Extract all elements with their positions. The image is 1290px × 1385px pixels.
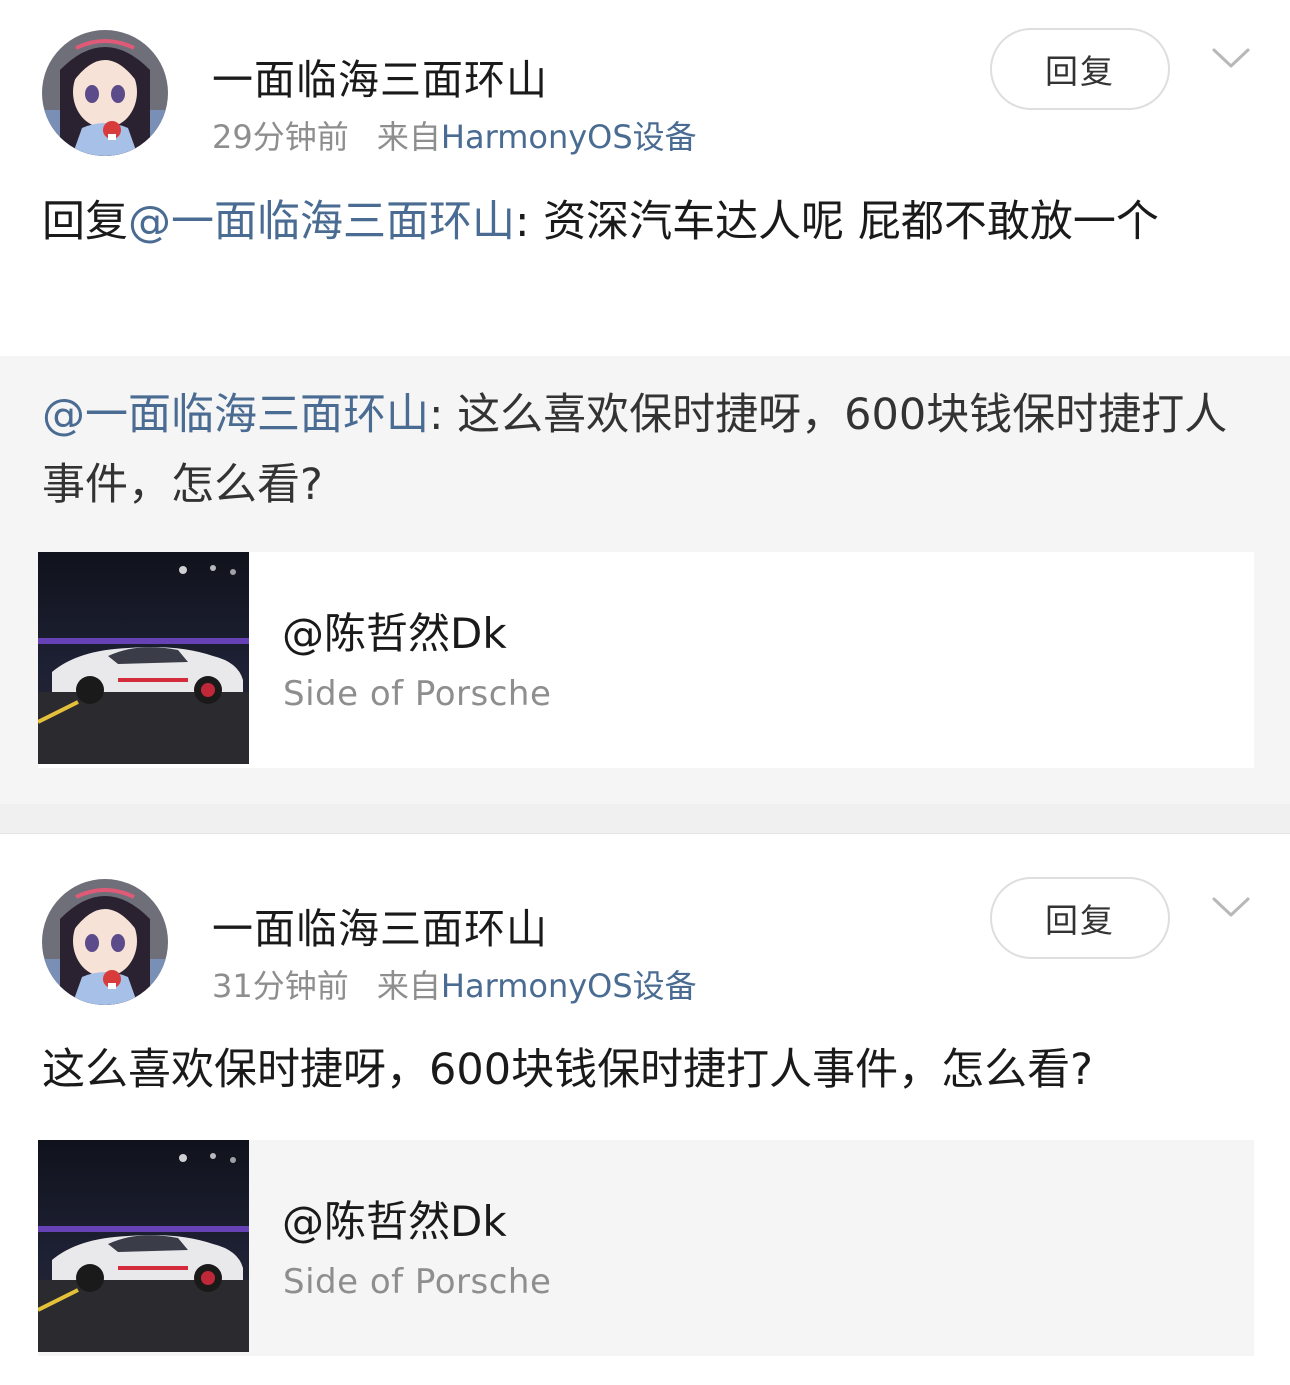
card-thumbnail [38,552,249,764]
chevron-down-icon[interactable] [1210,893,1252,923]
comment-time: 31分钟前 [212,967,349,1005]
card-title: @陈哲然Dk [282,1197,507,1246]
comment-text: 这么喜欢保时捷呀，600块钱保时捷打人事件，怎么看? [42,1045,1093,1095]
section-divider [0,804,1290,834]
mention-link[interactable]: @一面临海三面环山 [128,197,515,247]
avatar[interactable] [42,879,168,1005]
mention-link[interactable]: @一面临海三面环山 [42,390,429,440]
avatar[interactable] [42,30,168,156]
chevron-down-icon[interactable] [1210,44,1252,74]
card-thumbnail [38,1140,249,1352]
username[interactable]: 一面临海三面环山 [212,46,548,106]
link-card[interactable]: @陈哲然Dk Side of Porsche [38,552,1254,768]
avatar-image [42,879,168,1005]
avatar-image [42,30,168,156]
comment-time: 29分钟前 [212,118,349,156]
source-prefix: 来自 [376,118,441,156]
card-subtitle: Side of Porsche [283,1262,552,1302]
reply-button[interactable]: 回复 [990,877,1170,959]
comment-item: 一面临海三面环山 29分钟前 来自HarmonyOS设备 回复 回复@一面临海三… [0,0,1290,804]
link-card[interactable]: @陈哲然Dk Side of Porsche [38,1140,1254,1356]
source-link[interactable]: HarmonyOS设备 [441,967,697,1005]
quoted-text: @一面临海三面环山: 这么喜欢保时捷呀，600块钱保时捷打人事件，怎么看? [42,380,1252,520]
comment-body: : 资深汽车达人呢 屁都不敢放一个 [515,197,1159,247]
username[interactable]: 一面临海三面环山 [212,895,548,955]
card-title: @陈哲然Dk [282,609,507,658]
source-prefix: 来自 [376,967,441,1005]
reply-prefix: 回复 [42,197,128,247]
quoted-comment[interactable]: @一面临海三面环山: 这么喜欢保时捷呀，600块钱保时捷打人事件，怎么看? @陈… [0,356,1290,804]
comment-meta: 31分钟前 来自HarmonyOS设备 [212,961,697,1007]
reply-button[interactable]: 回复 [990,28,1170,110]
comment-meta: 29分钟前 来自HarmonyOS设备 [212,112,697,158]
comment-text: 回复@一面临海三面环山: 资深汽车达人呢 屁都不敢放一个 [42,188,1252,256]
comment-item: 一面临海三面环山 31分钟前 来自HarmonyOS设备 回复 这么喜欢保时捷呀… [0,834,1290,1385]
card-subtitle: Side of Porsche [283,674,552,714]
source-link[interactable]: HarmonyOS设备 [441,118,697,156]
